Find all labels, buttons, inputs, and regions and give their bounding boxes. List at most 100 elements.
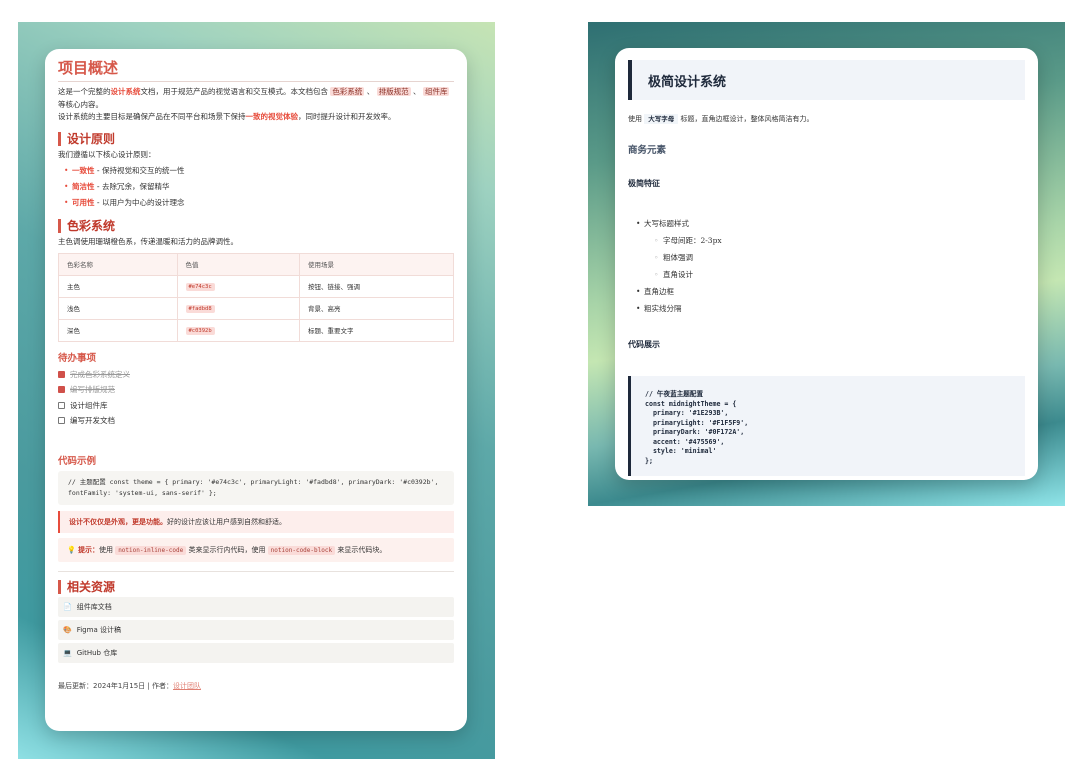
color-value: #c0392b (185, 327, 215, 335)
document-icon: 📄 (63, 602, 72, 611)
color-name: 主色 (58, 274, 178, 298)
table-row: 深色 #c0392b 标题、重要文字 (58, 318, 455, 342)
tag-color-system: 色彩系统 (330, 87, 365, 96)
checkbox-unchecked[interactable] (58, 401, 65, 409)
color-name: 深色 (58, 318, 178, 342)
sub-list-item: 直角设计 (654, 266, 1025, 283)
code-block: // 主题配置 const theme = { primary: '#e74c3… (58, 470, 454, 505)
features-heading: 极简特征 (628, 179, 660, 188)
list-item: 简洁性 - 去除冗余，保留精华 (64, 179, 454, 195)
table-header: 色彩名称 (58, 252, 178, 276)
todo-item: 编写开发文档 (58, 413, 454, 429)
color-value: #fadbd8 (185, 305, 215, 313)
color-usage: 标题、重要文字 (298, 318, 455, 342)
tip-callout: 💡 提示：使用 notion-inline-code 类来显示行内代码，使用 n… (58, 537, 454, 562)
resource-label: GitHub 仓库 (76, 648, 118, 657)
table-header: 使用场景 (298, 252, 455, 276)
inline-code: notion-inline-code (115, 545, 187, 555)
color-value-cell: #fadbd8 (176, 296, 300, 320)
color-value-cell: #e74c3c (176, 274, 300, 298)
todo-text: 编写开发文档 (70, 416, 115, 425)
tip-text: 使用 (98, 545, 116, 554)
palette-icon: 🎨 (63, 625, 72, 634)
list-item: 粗实线分隔 (636, 300, 1025, 317)
list-item: 直角边框 (636, 283, 1025, 300)
footer-text: 最后更新：2024年1月15日 | 作者： (58, 681, 173, 690)
sub-list: 字母间距：2-3px 粗体强调 直角设计 (654, 232, 1025, 283)
table-header-row: 色彩名称 色值 使用场景 (58, 252, 455, 276)
checkbox-checked[interactable] (58, 370, 65, 378)
intro-text: 设计系统的主要目标是确保产品在不同平台和场景下保持 (58, 112, 246, 121)
list-item: 一致性 - 保持视觉和交互的统一性 (64, 163, 454, 179)
todo-item: 编写排版规范 (58, 382, 454, 398)
todo-text: 完成色彩系统定义 (70, 369, 130, 379)
color-value-cell: #c0392b (176, 318, 300, 342)
footer: 最后更新：2024年1月15日 | 作者：设计团队 (58, 681, 454, 691)
paragraph-text: 使用 (628, 115, 645, 123)
tag-typography: 排版规范 (376, 87, 411, 96)
table-row: 浅色 #fadbd8 背景、高亮 (58, 296, 455, 320)
paragraph-text: 标题，直角边框设计，整体风格简洁有力。 (678, 115, 814, 123)
list-item: 大写标题样式 字母间距：2-3px 粗体强调 直角设计 (636, 215, 1025, 283)
features-list: 大写标题样式 字母间距：2-3px 粗体强调 直角设计 直角边框 粗实线分隔 (636, 215, 1025, 317)
quote-strong: 设计不仅仅是外观，更是功能。 (69, 517, 167, 526)
list-item-label: 大写标题样式 (644, 219, 689, 228)
resource-link-components[interactable]: 📄 组件库文档 (58, 596, 454, 617)
principle-desc: - 以用户为中心的设计理念 (94, 198, 185, 207)
todo-item: 完成色彩系统定义 (58, 367, 454, 383)
todo-item: 设计组件库 (58, 398, 454, 414)
highlight-visual-experience: 一致的视觉体验 (245, 112, 299, 121)
colors-heading: 色彩系统 (58, 219, 454, 233)
todo-heading: 待办事项 (58, 352, 97, 364)
principle-desc: - 去除冗余，保留精华 (94, 182, 170, 191)
page-title: 项目概述 (58, 57, 454, 82)
right-document-card: 极简设计系统 使用 大写字母 标题，直角边框设计，整体风格简洁有力。 商务元素 … (615, 48, 1038, 480)
list-item: 可用性 - 以用户为中心的设计理念 (64, 195, 454, 211)
theme-code-block: // 午夜蓝主题配置 const midnightTheme = { prima… (628, 376, 1025, 476)
intro-paragraph-2: 设计系统的主要目标是确保产品在不同平台和场景下保持一致的视觉体验，同时提升设计和… (58, 111, 454, 124)
resource-label: 组件库文档 (76, 602, 112, 611)
resource-link-github[interactable]: 💻 GitHub 仓库 (58, 642, 454, 663)
principle-desc: - 保持视觉和交互的统一性 (94, 166, 185, 175)
laptop-icon: 💻 (63, 648, 72, 657)
principles-list: 一致性 - 保持视觉和交互的统一性 简洁性 - 去除冗余，保留精华 可用性 - … (58, 163, 454, 211)
tip-text: 来显示代码块。 (335, 545, 387, 554)
resource-label: Figma 设计稿 (76, 625, 121, 634)
colors-lead: 主色调使用珊瑚橙色系，传递温暖和活力的品牌调性。 (58, 237, 238, 246)
inline-code: notion-code-block (267, 545, 336, 555)
checkbox-unchecked[interactable] (58, 417, 65, 425)
tip-text: 类来显示行内代码，使用 (186, 545, 268, 554)
business-heading: 商务元素 (628, 145, 667, 156)
tag-components: 组件库 (422, 87, 450, 96)
quote-callout: 设计不仅仅是外观，更是功能。好的设计应该让用户感到自然和舒适。 (58, 510, 454, 533)
color-table: 色彩名称 色值 使用场景 主色 #e74c3c 按钮、链接、强调 浅色 #fad… (58, 252, 455, 342)
sub-list-item: 粗体强调 (654, 249, 1025, 266)
principle-key: 一致性 (72, 166, 95, 175)
color-value: #e74c3c (185, 283, 215, 291)
table-row: 主色 #e74c3c 按钮、链接、强调 (58, 274, 455, 298)
code-heading: 代码示例 (58, 455, 97, 467)
resources-heading: 相关资源 (58, 579, 454, 594)
tip-label: 提示： (77, 545, 99, 554)
separator: 、 (410, 87, 423, 96)
highlight-design-system: 设计系统 (110, 87, 141, 96)
table-header: 色值 (176, 252, 300, 276)
intro-text: 文档，用于规范产品的视觉语言和交互模式。本文档包含 (140, 87, 331, 96)
intro-text: 这是一个完整的 (58, 87, 111, 96)
todo-text: 设计组件库 (70, 400, 108, 410)
minimal-paragraph: 使用 大写字母 标题，直角边框设计，整体风格简洁有力。 (628, 113, 1025, 124)
principles-lead: 我们遵循以下核心设计原则： (58, 149, 156, 159)
sub-list-item: 字母间距：2-3px (654, 232, 1025, 249)
lightbulb-icon: 💡 (67, 545, 76, 554)
separator: 、 (364, 87, 377, 96)
principle-key: 可用性 (72, 198, 95, 207)
todo-text: 编写排版规范 (70, 385, 115, 394)
principle-key: 简洁性 (72, 182, 95, 191)
color-name: 浅色 (58, 296, 178, 320)
author-link[interactable]: 设计团队 (173, 682, 201, 690)
intro-text: 等核心内容。 (58, 99, 103, 109)
divider (58, 570, 454, 572)
intro-text: ，同时提升设计和开发效率。 (298, 112, 396, 121)
resource-link-figma[interactable]: 🎨 Figma 设计稿 (58, 619, 454, 640)
checkbox-checked[interactable] (58, 386, 65, 394)
